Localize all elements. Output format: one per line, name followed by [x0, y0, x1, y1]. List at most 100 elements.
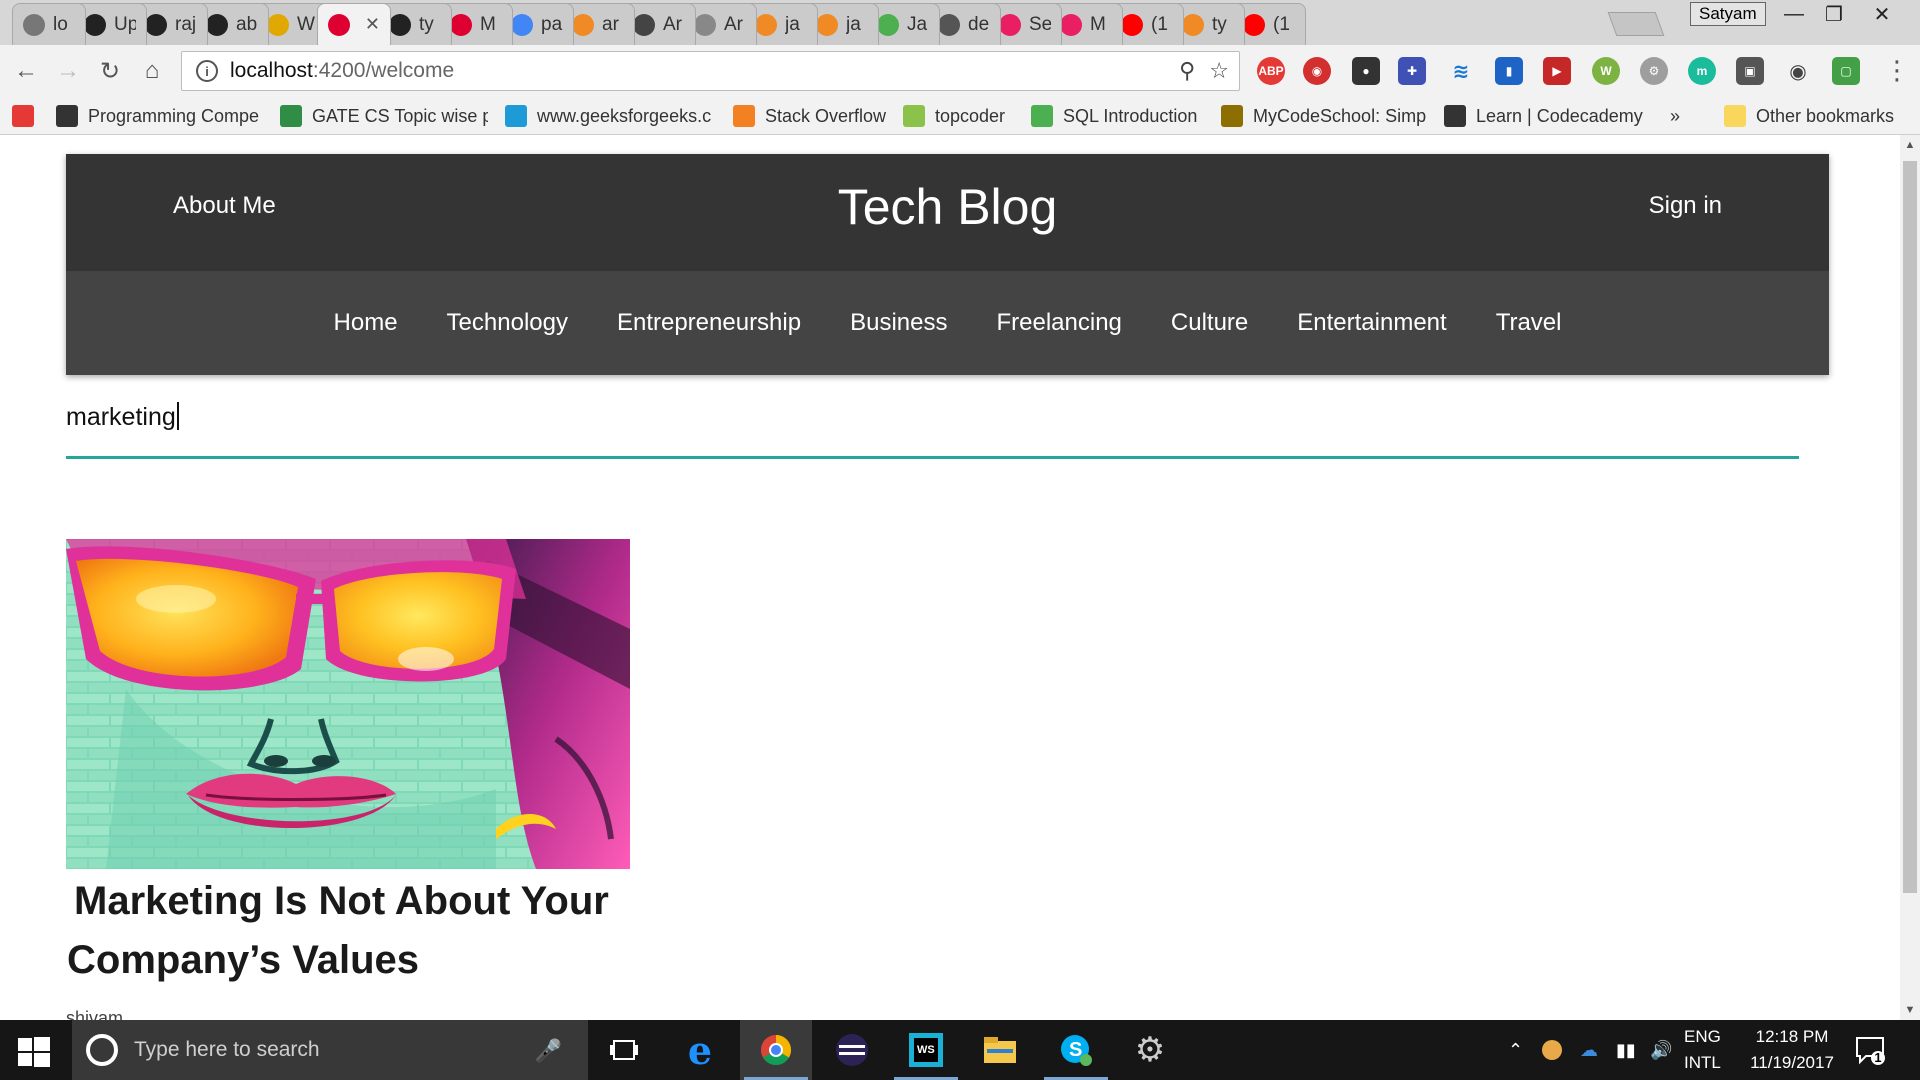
bookmark-item[interactable]: topcoder — [903, 103, 1023, 129]
post-title[interactable]: Marketing Is Not About Your Company’s Va… — [66, 872, 630, 990]
cortana-icon[interactable] — [86, 1034, 118, 1066]
triangle-icon — [12, 105, 34, 127]
profile-button[interactable]: Satyam — [1690, 2, 1766, 26]
play-circle-icon — [999, 13, 1021, 36]
reload-icon[interactable]: ↻ — [94, 55, 126, 87]
nav-entrepreneurship[interactable]: Entrepreneurship — [592, 309, 825, 337]
skype-icon[interactable]: S — [1040, 1020, 1112, 1080]
address-bar[interactable]: i localhost:4200/welcome ⚲ ☆ — [181, 51, 1240, 91]
microphone-icon[interactable]: 🎤 — [535, 1038, 562, 1064]
post-thumbnail[interactable] — [66, 539, 630, 869]
tab-title: ja — [785, 13, 800, 35]
bookmark-item[interactable]: SQL Introduction — [1031, 103, 1203, 129]
task-view-icon[interactable] — [588, 1020, 660, 1080]
nav-home[interactable]: Home — [309, 309, 422, 337]
tab-title: ar — [602, 13, 619, 35]
site-info-icon[interactable]: i — [196, 60, 218, 82]
m-ext-icon[interactable]: m — [1688, 57, 1716, 85]
browser-tab[interactable]: ✕ — [317, 3, 391, 45]
adblock-plus-icon[interactable]: ABP — [1257, 57, 1285, 85]
youtube-icon — [1121, 13, 1143, 36]
nav-travel[interactable]: Travel — [1471, 309, 1586, 337]
forward-icon[interactable]: → — [52, 55, 84, 87]
browser-tab[interactable]: lo — [12, 3, 86, 45]
webstorm-icon[interactable]: WS — [890, 1020, 962, 1080]
post-card[interactable]: Marketing Is Not About Your Company’s Va… — [66, 539, 630, 1020]
post-author: shivam — [66, 1008, 124, 1020]
person-icon — [633, 13, 655, 36]
tab-title: ty — [419, 13, 434, 35]
edge-browser-icon[interactable]: e — [664, 1020, 736, 1080]
tab-title: Up — [114, 13, 136, 35]
nav-culture[interactable]: Culture — [1146, 309, 1272, 337]
nav-freelancing[interactable]: Freelancing — [972, 309, 1146, 337]
tab-title: de — [968, 13, 990, 35]
nav-technology[interactable]: Technology — [422, 309, 592, 337]
chrome-browser-icon[interactable] — [740, 1020, 812, 1080]
svg-text:S: S — [1069, 1039, 1082, 1061]
bookmark-item[interactable]: Stack Overflow — [733, 103, 893, 129]
minimize-icon[interactable]: — — [1772, 0, 1816, 28]
bookmark-item[interactable]: Programming Compe — [56, 103, 262, 129]
search-input-value: marketing — [66, 403, 176, 431]
bookmark-item[interactable]: www.geeksforgeeks.c — [505, 103, 715, 129]
url-host: localhost — [230, 59, 313, 82]
ublock-icon[interactable]: ◉ — [1303, 57, 1331, 85]
w-ext-icon[interactable]: W — [1592, 57, 1620, 85]
wave-icon[interactable]: ≋ — [1447, 57, 1475, 85]
bookmark-item[interactable]: Learn | Codecademy — [1444, 103, 1654, 129]
close-tab-icon[interactable]: ✕ — [365, 14, 380, 35]
bookmark-item[interactable] — [12, 103, 38, 129]
tray-app-icon[interactable] — [1542, 1020, 1562, 1080]
onedrive-icon[interactable]: ☁ — [1580, 1020, 1598, 1080]
battery-icon[interactable]: ▮▮ — [1616, 1020, 1636, 1080]
new-tab-button[interactable] — [1607, 12, 1665, 36]
system-clock[interactable]: 12:18 PM 11/19/2017 — [1744, 1024, 1840, 1076]
video-ext-icon[interactable]: ▶ — [1543, 57, 1571, 85]
restore-icon[interactable]: ❐ — [1812, 0, 1856, 28]
github-icon — [389, 13, 411, 36]
search-field[interactable]: marketing — [66, 390, 1799, 459]
tab-title: (1 — [1273, 13, 1290, 35]
bookmark-label: Programming Compe — [88, 105, 260, 126]
back-icon[interactable]: ← — [10, 55, 42, 87]
taskbar-search[interactable]: Type here to search 🎤 — [72, 1020, 588, 1080]
close-window-icon[interactable]: ✕ — [1860, 0, 1904, 28]
windows-start-icon[interactable] — [16, 1034, 52, 1070]
search-input: marketing — [66, 402, 179, 432]
puzzle-icon[interactable]: ✚ — [1398, 57, 1426, 85]
sign-in-link[interactable]: Sign in — [1649, 192, 1722, 220]
page-scrollbar[interactable]: ▲ ▼ — [1900, 135, 1920, 1020]
codecademy-icon — [1444, 105, 1466, 127]
bookmark-star-icon[interactable]: ☆ — [1209, 58, 1229, 84]
bookmark-item[interactable]: GATE CS Topic wise p — [280, 103, 488, 129]
scroll-thumb[interactable] — [1903, 161, 1917, 893]
input-language[interactable]: ENG INTL — [1684, 1024, 1721, 1076]
bookmarks-overflow-button[interactable]: » — [1670, 103, 1680, 129]
volume-icon[interactable]: 🔊 — [1650, 1020, 1672, 1080]
bookmark-ext-icon[interactable]: ▮ — [1495, 57, 1523, 85]
tray-overflow-icon[interactable]: ⌃ — [1508, 1020, 1523, 1080]
clock-date: 11/19/2017 — [1750, 1053, 1834, 1072]
bookmark-item[interactable]: MyCodeSchool: Simp — [1221, 103, 1431, 129]
nav-business[interactable]: Business — [826, 309, 972, 337]
octotree-icon[interactable]: ● — [1352, 57, 1380, 85]
other-bookmarks-folder[interactable]: Other bookmarks — [1724, 103, 1894, 129]
file-explorer-icon[interactable] — [964, 1020, 1036, 1080]
nav-entertainment[interactable]: Entertainment — [1273, 309, 1471, 337]
site-title[interactable]: Tech Blog — [66, 178, 1829, 236]
browser-menu-icon[interactable]: ⋮ — [1884, 57, 1910, 83]
zoom-icon[interactable]: ⚲ — [1179, 58, 1195, 84]
browser-toolbar: ← → ↻ ⌂ i localhost:4200/welcome ⚲ ☆ ABP… — [0, 45, 1920, 97]
scroll-up-arrow-icon[interactable]: ▲ — [1900, 135, 1920, 155]
coin-icon — [267, 13, 289, 36]
eye-ext-icon[interactable]: ◉ — [1784, 57, 1812, 85]
home-icon[interactable]: ⌂ — [136, 55, 168, 87]
scroll-down-arrow-icon[interactable]: ▼ — [1900, 1000, 1920, 1020]
cast-ext-icon[interactable]: ▢ — [1832, 57, 1860, 85]
bookmark-label: topcoder — [935, 105, 1006, 126]
settings-app-icon[interactable]: ⚙ — [1114, 1020, 1186, 1080]
eclipse-icon[interactable] — [816, 1020, 888, 1080]
gear-ext-icon[interactable]: ⚙ — [1640, 57, 1668, 85]
briefcase-ext-icon[interactable]: ▣ — [1736, 57, 1764, 85]
